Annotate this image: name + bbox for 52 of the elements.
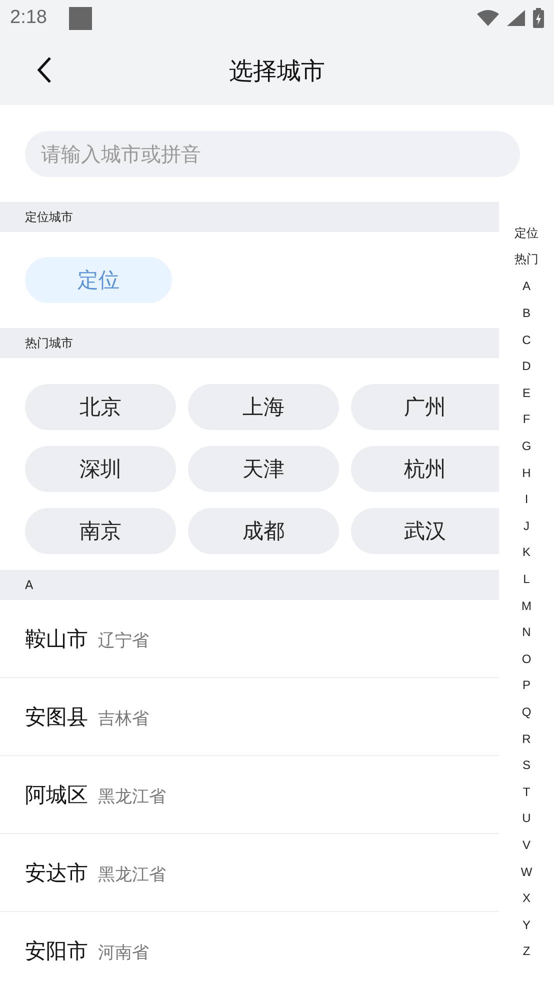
index-letter[interactable]: J bbox=[524, 512, 530, 540]
index-letter[interactable]: O bbox=[522, 646, 532, 672]
search-field[interactable]: 请输入城市或拼音 bbox=[25, 131, 520, 177]
city-chip[interactable]: 南京 bbox=[25, 508, 176, 554]
index-letter[interactable]: 热门 bbox=[514, 246, 538, 274]
index-letter[interactable]: L bbox=[523, 566, 530, 592]
section-header: 热门城市 bbox=[0, 328, 499, 358]
city-chip[interactable]: 杭州 bbox=[351, 446, 499, 492]
city-chip[interactable]: 武汉 bbox=[351, 508, 499, 554]
index-letter[interactable]: U bbox=[522, 805, 531, 832]
index-letter[interactable]: P bbox=[522, 672, 530, 699]
index-letter[interactable]: R bbox=[522, 725, 531, 752]
notification-icon bbox=[68, 6, 92, 30]
index-letter[interactable]: C bbox=[522, 326, 531, 353]
index-letter[interactable]: Q bbox=[522, 698, 532, 726]
city-chip[interactable]: 深圳 bbox=[25, 446, 176, 492]
index-letter[interactable]: G bbox=[522, 432, 532, 460]
index-letter[interactable]: N bbox=[522, 618, 531, 646]
city-chip[interactable]: 广州 bbox=[351, 384, 499, 430]
index-letter[interactable]: T bbox=[522, 778, 530, 806]
index-letter[interactable]: Y bbox=[522, 911, 530, 938]
index-letter[interactable]: D bbox=[522, 352, 531, 380]
city-row[interactable]: 安达市 黑龙江省 bbox=[0, 834, 499, 912]
index-letter[interactable]: S bbox=[522, 752, 530, 778]
index-letter[interactable]: F bbox=[522, 406, 530, 433]
city-chip[interactable]: 北京 bbox=[25, 384, 176, 430]
section-header: 定位城市 bbox=[0, 202, 499, 232]
index-letter[interactable]: W bbox=[520, 858, 532, 885]
city-chip[interactable]: 上海 bbox=[188, 384, 339, 430]
city-chip[interactable]: 成都 bbox=[188, 508, 339, 554]
index-letter[interactable]: X bbox=[522, 884, 530, 912]
index-letter[interactable]: V bbox=[522, 832, 530, 858]
index-letter[interactable]: H bbox=[522, 459, 531, 486]
city-row[interactable]: 安图县 吉林省 bbox=[0, 678, 499, 756]
city-row[interactable]: 阿城区 黑龙江省 bbox=[0, 756, 499, 834]
index-letter[interactable]: B bbox=[522, 300, 530, 326]
city-row[interactable]: 鞍山市 辽宁省 bbox=[0, 600, 499, 678]
city-row[interactable]: 安阳市 河南省 bbox=[0, 912, 499, 984]
index-letter[interactable]: 定位 bbox=[514, 220, 538, 247]
index-letter[interactable]: M bbox=[522, 592, 532, 619]
index-letter[interactable]: A bbox=[522, 273, 530, 300]
signal-icon bbox=[507, 10, 525, 26]
index-letter[interactable]: K bbox=[522, 539, 530, 566]
city-chip[interactable]: 天津 bbox=[188, 446, 339, 492]
status-time: 2:18 bbox=[10, 7, 47, 29]
index-letter[interactable]: I bbox=[524, 486, 528, 513]
index-letter[interactable]: E bbox=[522, 380, 530, 406]
page-title: 选择城市 bbox=[229, 56, 325, 86]
battery-icon bbox=[533, 8, 544, 28]
wifi-icon bbox=[477, 10, 499, 26]
index-letter[interactable]: Z bbox=[522, 938, 530, 965]
section-header: A bbox=[0, 570, 499, 600]
